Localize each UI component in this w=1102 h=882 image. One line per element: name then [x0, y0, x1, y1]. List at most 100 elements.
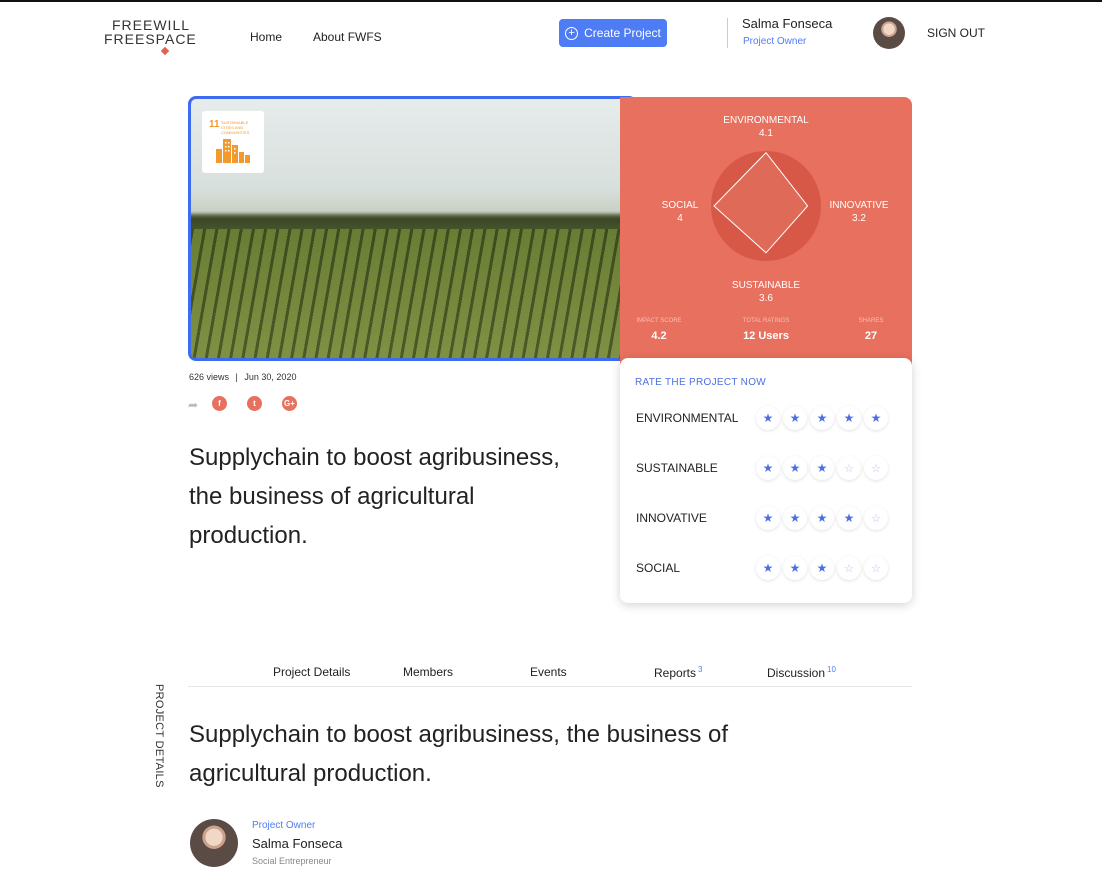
facebook-icon[interactable]: f: [212, 396, 227, 411]
nav-home-link[interactable]: Home: [250, 30, 282, 44]
tab-reports-label: Reports: [654, 666, 697, 680]
rating-row: ENVIRONMENTAL ★ ★ ★ ★ ★: [636, 406, 896, 430]
star-empty-icon[interactable]: ☆: [837, 456, 861, 480]
tab-members[interactable]: Members: [403, 665, 453, 679]
publish-date: Jun 30, 2020: [244, 372, 297, 382]
rate-project-card: RATE THE PROJECT NOW ENVIRONMENTAL ★ ★ ★ ★ ★ S…: [620, 358, 912, 603]
city-buildings-icon: [216, 139, 250, 163]
shares-value: 27: [864, 330, 878, 342]
owner-title: Social Entrepreneur: [252, 856, 332, 866]
score-sustainable: SUSTAINABLE 3.6: [716, 279, 816, 305]
star-filled-icon[interactable]: ★: [783, 406, 807, 430]
tab-events-label: Events: [530, 665, 567, 679]
owner-role: Project Owner: [252, 820, 316, 831]
tab-events[interactable]: Events: [530, 665, 567, 679]
rating-row-label: INNOVATIVE: [636, 511, 707, 525]
star-filled-icon[interactable]: ★: [810, 556, 834, 580]
impact-score-value: 4.2: [651, 330, 667, 342]
project-meta: 626 views | Jun 30, 2020: [189, 372, 296, 382]
star-rating: ★ ★ ★ ★ ☆: [756, 506, 888, 530]
sdg-badge: 11 SUSTAINABLE CITIES AND COMMUNITIES: [202, 111, 264, 173]
user-name: Salma Fonseca: [742, 16, 833, 31]
star-filled-icon[interactable]: ★: [783, 556, 807, 580]
create-project-button[interactable]: + Create Project: [559, 19, 667, 47]
project-headline: Supplychain to boost agribusiness, the b…: [189, 444, 560, 549]
project-hero-image[interactable]: 11 SUSTAINABLE CITIES AND COMMUNITIES: [188, 96, 637, 361]
star-filled-icon[interactable]: ★: [756, 556, 780, 580]
score-social: SOCIAL 4: [650, 199, 710, 225]
nav-about-link[interactable]: About FWFS: [313, 30, 382, 44]
sign-out-link[interactable]: SIGN OUT: [927, 26, 985, 40]
star-empty-icon[interactable]: ☆: [837, 556, 861, 580]
tab-project-details-label: Project Details: [273, 665, 351, 679]
star-filled-icon[interactable]: ★: [837, 406, 861, 430]
star-filled-icon[interactable]: ★: [810, 456, 834, 480]
star-empty-icon[interactable]: ☆: [864, 456, 888, 480]
owner-avatar[interactable]: [190, 819, 238, 867]
shares-label: SHARES: [858, 318, 884, 324]
score-innovative: INNOVATIVE 3.2: [821, 199, 897, 225]
tab-discussion[interactable]: Discussion 10: [767, 665, 836, 680]
logo-pin-icon: [160, 46, 170, 56]
tab-members-label: Members: [403, 665, 454, 679]
impact-score-label: IMPACT SCORE: [636, 318, 682, 324]
tab-reports[interactable]: Reports 3: [654, 665, 702, 680]
brand-logo[interactable]: FREEWILL FREESPACE: [104, 16, 197, 56]
score-environmental-label: ENVIRONMENTAL: [723, 115, 809, 126]
rating-row: INNOVATIVE ★ ★ ★ ★ ☆: [636, 506, 896, 530]
rate-project-title: RATE THE PROJECT NOW: [635, 377, 767, 388]
star-rating: ★ ★ ★ ☆ ☆: [756, 556, 888, 580]
tab-project-details[interactable]: Project Details: [273, 665, 350, 679]
rating-row-label: SOCIAL: [636, 561, 681, 575]
section-side-label: PROJECT DETAILS: [153, 684, 165, 788]
star-filled-icon[interactable]: ★: [783, 506, 807, 530]
star-filled-icon[interactable]: ★: [756, 456, 780, 480]
rating-row-label: SUSTAINABLE: [636, 461, 718, 475]
score-sustainable-label: SUSTAINABLE: [731, 280, 801, 291]
tabs-divider: [188, 686, 912, 687]
google-plus-icon[interactable]: G+: [282, 396, 297, 411]
views-count: 626 views: [189, 372, 230, 382]
create-project-label: Create Project: [584, 26, 661, 40]
rating-row: SUSTAINABLE ★ ★ ★ ☆ ☆: [636, 456, 896, 480]
star-rating: ★ ★ ★ ☆ ☆: [756, 456, 888, 480]
star-filled-icon[interactable]: ★: [783, 456, 807, 480]
share-icon[interactable]: ➦: [188, 398, 198, 412]
twitter-icon[interactable]: t: [247, 396, 262, 411]
score-environmental-value: 4.1: [759, 128, 773, 139]
star-filled-icon[interactable]: ★: [756, 406, 780, 430]
score-sustainable-value: 3.6: [759, 293, 773, 304]
sdg-text: SUSTAINABLE CITIES AND COMMUNITIES: [221, 120, 250, 135]
tab-reports-count: 3: [698, 665, 703, 674]
star-filled-icon[interactable]: ★: [810, 506, 834, 530]
score-innovative-label: INNOVATIVE: [829, 200, 889, 211]
hero-field-rows: [191, 229, 634, 358]
sdg-number: 11: [209, 119, 220, 130]
rating-row-label: ENVIRONMENTAL: [636, 411, 739, 425]
score-environmental: ENVIRONMENTAL 4.1: [716, 114, 816, 140]
star-filled-icon[interactable]: ★: [837, 506, 861, 530]
header-divider: [727, 18, 728, 48]
details-headline: Supplychain to boost agribusiness, the b…: [189, 721, 729, 787]
tab-discussion-label: Discussion: [767, 666, 826, 680]
user-avatar[interactable]: [873, 17, 905, 49]
total-ratings-label: TOTAL RATINGS: [742, 318, 790, 324]
brand-line2: FREESPACE: [104, 31, 197, 47]
score-social-label: SOCIAL: [661, 200, 699, 211]
user-role: Project Owner: [743, 36, 807, 47]
plus-icon: +: [565, 26, 579, 40]
star-empty-icon[interactable]: ☆: [864, 506, 888, 530]
star-filled-icon[interactable]: ★: [810, 406, 834, 430]
score-social-value: 4: [677, 213, 683, 224]
tab-discussion-count: 10: [827, 665, 836, 674]
star-filled-icon[interactable]: ★: [864, 406, 888, 430]
star-empty-icon[interactable]: ☆: [864, 556, 888, 580]
score-innovative-value: 3.2: [852, 213, 866, 224]
rating-row: SOCIAL ★ ★ ★ ☆ ☆: [636, 556, 896, 580]
meta-separator: |: [235, 372, 238, 382]
total-ratings-value: 12 Users: [743, 330, 789, 342]
impact-score-panel: ENVIRONMENTAL 4.1 SOCIAL 4 INNOVATIVE 3.…: [620, 97, 912, 367]
star-rating: ★ ★ ★ ★ ★: [756, 406, 888, 430]
owner-name: Salma Fonseca: [252, 836, 343, 851]
star-filled-icon[interactable]: ★: [756, 506, 780, 530]
